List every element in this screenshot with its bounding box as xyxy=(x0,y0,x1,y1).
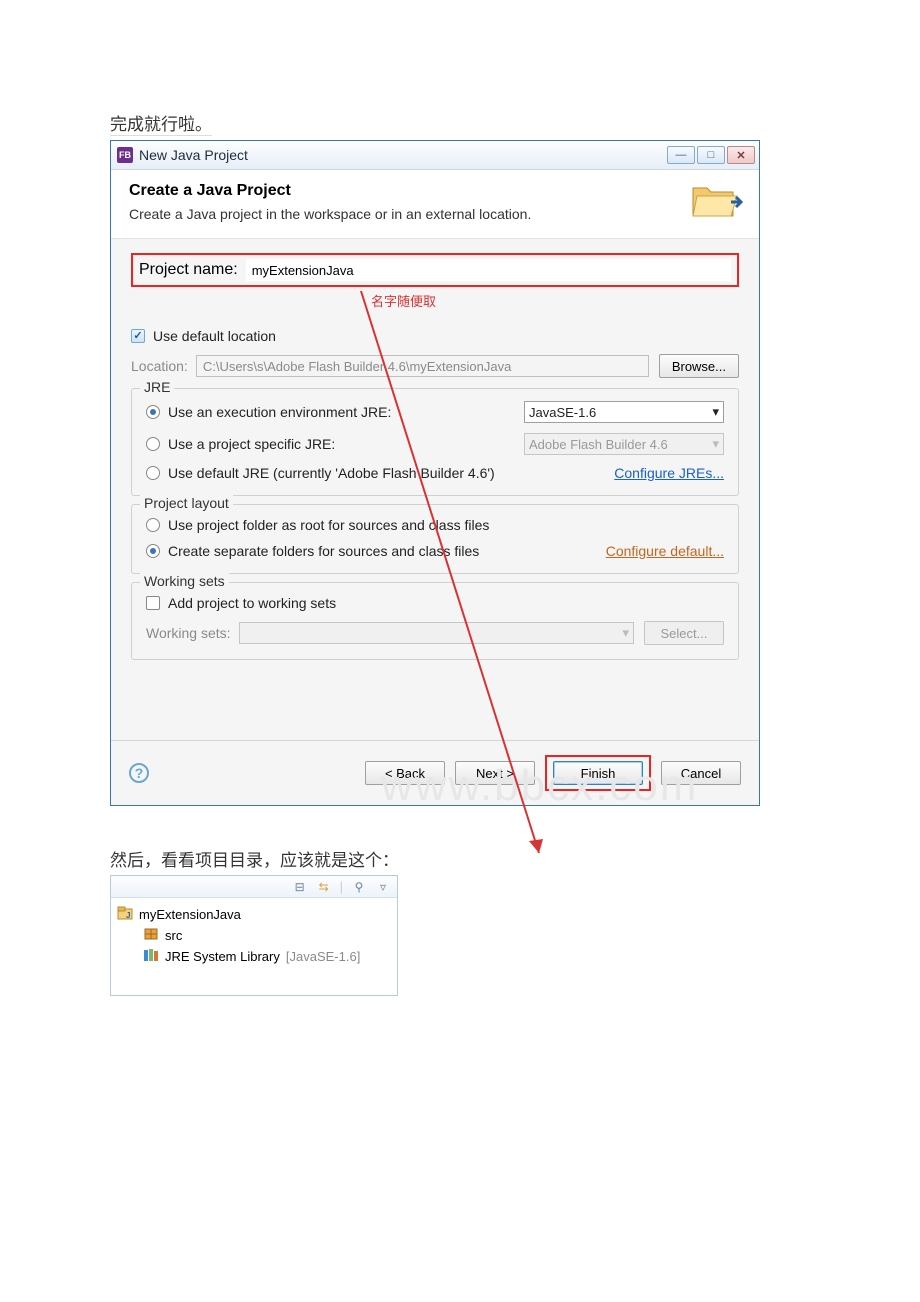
dialog-footer: ? < Back Next > Finish Cancel xyxy=(111,740,759,805)
package-explorer-toolbar: ⊟ ⇆ | ⚲ ▿ xyxy=(111,876,397,898)
banner-description: Create a Java project in the workspace o… xyxy=(129,206,741,222)
location-label: Location: xyxy=(131,358,188,374)
jre-env-value: JavaSE-1.6 xyxy=(529,405,596,420)
project-icon: J xyxy=(117,906,133,923)
library-icon xyxy=(143,948,159,965)
chevron-down-icon: ▾ xyxy=(712,436,719,452)
link-editor-icon[interactable]: ⇆ xyxy=(316,879,332,895)
chevron-down-icon: ▾ xyxy=(622,625,629,641)
help-icon[interactable]: ? xyxy=(129,763,149,783)
jre-option-specific-radio[interactable] xyxy=(146,437,160,451)
tree-src-label: src xyxy=(165,928,182,943)
layout-separate-label: Create separate folders for sources and … xyxy=(168,543,479,559)
filter-icon[interactable]: ⚲ xyxy=(351,879,367,895)
minimize-button[interactable]: — xyxy=(667,146,695,164)
tree-src-node[interactable]: src xyxy=(117,925,391,946)
configure-jres-link[interactable]: Configure JREs... xyxy=(614,465,724,481)
select-working-sets-button: Select... xyxy=(644,621,724,645)
window-title: New Java Project xyxy=(139,147,667,163)
folder-icon xyxy=(691,176,743,227)
use-default-location-label: Use default location xyxy=(153,328,276,344)
project-layout-group: Project layout Use project folder as roo… xyxy=(131,504,739,574)
tree-jre-lib-node[interactable]: JRE System Library [JavaSE-1.6] xyxy=(117,946,391,967)
jre-specific-value: Adobe Flash Builder 4.6 xyxy=(529,437,668,452)
close-button[interactable]: ✕ xyxy=(727,146,755,164)
tree-jre-lib-label: JRE System Library xyxy=(165,949,280,964)
configure-default-link[interactable]: Configure default... xyxy=(606,543,724,559)
new-java-project-dialog: www.bbcx.com FB New Java Project — □ ✕ C… xyxy=(110,140,760,806)
banner-heading: Create a Java Project xyxy=(129,182,741,200)
chevron-down-icon: ▾ xyxy=(712,404,719,420)
jre-specific-select: Adobe Flash Builder 4.6 ▾ xyxy=(524,433,724,455)
tree-project-label: myExtensionJava xyxy=(139,907,241,922)
dialog-banner: Create a Java Project Create a Java proj… xyxy=(111,170,759,239)
project-layout-title: Project layout xyxy=(140,495,233,511)
tree-jre-lib-suffix: [JavaSE-1.6] xyxy=(286,949,360,964)
add-to-working-sets-checkbox[interactable] xyxy=(146,596,160,610)
project-name-label: Project name: xyxy=(139,261,238,279)
browse-button[interactable]: Browse... xyxy=(659,354,739,378)
jre-option-env-radio[interactable] xyxy=(146,405,160,419)
jre-env-select[interactable]: JavaSE-1.6 ▾ xyxy=(524,401,724,423)
jre-group-title: JRE xyxy=(140,379,174,395)
cancel-button[interactable]: Cancel xyxy=(661,761,741,785)
next-button[interactable]: Next > xyxy=(455,761,535,785)
working-sets-group: Working sets Add project to working sets… xyxy=(131,582,739,660)
project-name-input[interactable] xyxy=(246,259,731,281)
jre-group: JRE Use an execution environment JRE: Ja… xyxy=(131,388,739,496)
location-input xyxy=(196,355,649,377)
use-default-location-checkbox[interactable] xyxy=(131,329,145,343)
working-sets-select: ▾ xyxy=(239,622,634,644)
collapse-all-icon[interactable]: ⊟ xyxy=(292,879,308,895)
jre-option-default-label: Use default JRE (currently 'Adobe Flash … xyxy=(168,465,495,481)
jre-option-env-label: Use an execution environment JRE: xyxy=(168,404,391,420)
tree-project-node[interactable]: J myExtensionJava xyxy=(117,904,391,925)
svg-text:J: J xyxy=(126,911,130,920)
project-name-note: 名字随便取 xyxy=(371,291,739,310)
app-icon: FB xyxy=(117,147,133,163)
layout-root-label: Use project folder as root for sources a… xyxy=(168,517,489,533)
package-icon xyxy=(143,927,159,944)
jre-option-default-radio[interactable] xyxy=(146,466,160,480)
finish-button[interactable]: Finish xyxy=(553,761,643,785)
layout-root-radio[interactable] xyxy=(146,518,160,532)
working-sets-label: Working sets: xyxy=(146,625,231,641)
view-menu-icon[interactable]: ▿ xyxy=(375,879,391,895)
titlebar: FB New Java Project — □ ✕ xyxy=(111,141,759,170)
working-sets-title: Working sets xyxy=(140,573,229,589)
dialog-body: Project name: 名字随便取 Use default location… xyxy=(111,239,759,740)
add-to-working-sets-label: Add project to working sets xyxy=(168,595,336,611)
jre-option-specific-label: Use a project specific JRE: xyxy=(168,436,335,452)
back-button[interactable]: < Back xyxy=(365,761,445,785)
layout-separate-radio[interactable] xyxy=(146,544,160,558)
after-text: 然后，看看项目目录，应该就是这个： xyxy=(110,846,810,871)
maximize-button[interactable]: □ xyxy=(697,146,725,164)
package-explorer: ⊟ ⇆ | ⚲ ▿ J myExtensionJava src xyxy=(110,875,398,996)
intro-text: 完成就行啦。 xyxy=(110,110,212,136)
